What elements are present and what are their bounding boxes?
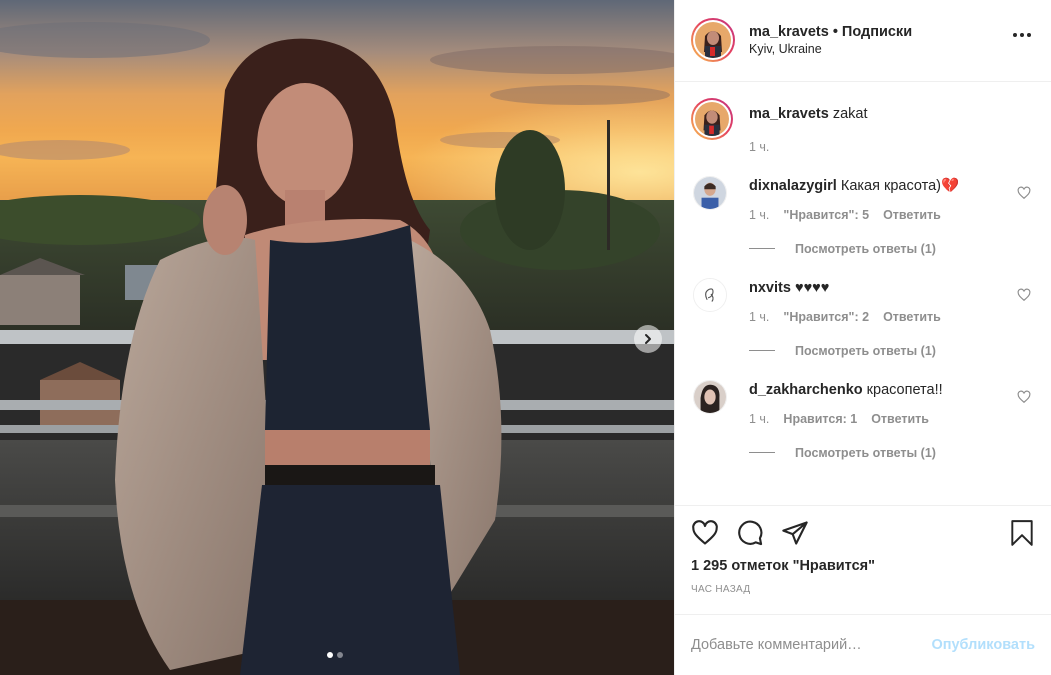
- comment-reply-button[interactable]: Ответить: [883, 310, 941, 324]
- carousel-dot: [337, 652, 343, 658]
- post-details-panel: ma_kravets • Подписки Kyiv, Ukraine ma_k…: [674, 0, 1051, 675]
- comment-likes[interactable]: "Нравится": 2: [783, 310, 869, 324]
- chevron-right-icon: [645, 334, 651, 344]
- comment-like-heart-icon[interactable]: [1017, 288, 1031, 302]
- comment-item: d_zakharchenko красопета!! 1 ч. Нравится…: [691, 379, 1035, 460]
- comment-text: красопета!!: [866, 381, 943, 398]
- post-caption: ma_kravets zakat 1 ч.: [691, 97, 1035, 154]
- comment-username[interactable]: nxvits: [749, 280, 791, 296]
- comment-time[interactable]: 1 ч.: [749, 208, 769, 222]
- bookmark-icon: [1011, 520, 1033, 547]
- comment-like-heart-icon[interactable]: [1017, 390, 1031, 404]
- comment-text: ♥♥♥♥: [794, 279, 830, 296]
- action-bar: [691, 506, 1035, 556]
- post-media[interactable]: [0, 0, 674, 675]
- save-button[interactable]: [1009, 519, 1037, 547]
- author-username[interactable]: ma_kravets: [749, 24, 829, 40]
- comment-like-heart-icon[interactable]: [1017, 186, 1031, 200]
- caption-time[interactable]: 1 ч.: [749, 140, 769, 154]
- view-replies-label: Посмотреть ответы (1): [795, 343, 936, 358]
- publish-button[interactable]: Опубликовать: [931, 637, 1035, 653]
- commenter-avatar-image: [694, 380, 726, 413]
- comment-input[interactable]: [691, 637, 911, 654]
- comment-item: nxvits ♥♥♥♥ 1 ч. "Нравится": 2 Ответить …: [691, 277, 1035, 358]
- view-replies-button[interactable]: Посмотреть ответы (1): [749, 242, 959, 256]
- caption-avatar[interactable]: [691, 97, 733, 140]
- author-avatar[interactable]: [691, 18, 735, 63]
- post-photo: [0, 0, 674, 675]
- more-options-icon[interactable]: [1013, 33, 1031, 37]
- instagram-post: ma_kravets • Подписки Kyiv, Ukraine ma_k…: [0, 0, 1051, 675]
- comment-username[interactable]: d_zakharchenko: [749, 382, 863, 398]
- view-replies-label: Посмотреть ответы (1): [795, 445, 936, 460]
- author-avatar-image: [695, 22, 731, 59]
- commenter-avatar[interactable]: [693, 175, 727, 210]
- author-info: ma_kravets • Подписки Kyiv, Ukraine: [749, 24, 912, 56]
- commenter-avatar-image: [694, 278, 726, 311]
- comment-button[interactable]: [736, 519, 766, 549]
- comment-reply-button[interactable]: Ответить: [883, 208, 941, 222]
- likes-count[interactable]: 1 295 отметок "Нравится": [691, 558, 1035, 574]
- comment-icon: [738, 520, 763, 546]
- comment-text: Какая красота)💔: [840, 177, 960, 194]
- view-replies-button[interactable]: Посмотреть ответы (1): [749, 344, 941, 358]
- commenter-avatar[interactable]: [693, 379, 727, 414]
- comment-reply-button[interactable]: Ответить: [871, 412, 929, 426]
- author-line: ma_kravets • Подписки: [749, 24, 912, 40]
- comment-item: dixnalazygirl Какая красота)💔 1 ч. "Нрав…: [691, 175, 1035, 256]
- comment-likes[interactable]: "Нравится": 5: [783, 208, 869, 222]
- carousel-indicator: [327, 652, 343, 658]
- carousel-dot-active: [327, 652, 333, 658]
- comment-username[interactable]: dixnalazygirl: [749, 178, 837, 194]
- caption-username[interactable]: ma_kravets: [749, 106, 829, 122]
- commenter-avatar[interactable]: [693, 277, 727, 312]
- view-replies-button[interactable]: Посмотреть ответы (1): [749, 446, 943, 460]
- carousel-next-button[interactable]: [634, 325, 662, 353]
- comments-list[interactable]: ma_kravets zakat 1 ч. dixnalazygirl Кака…: [675, 82, 1051, 505]
- comment-time[interactable]: 1 ч.: [749, 412, 769, 426]
- heart-icon: [692, 520, 718, 545]
- post-header: ma_kravets • Подписки Kyiv, Ukraine: [675, 0, 1051, 82]
- post-location[interactable]: Kyiv, Ukraine: [749, 42, 912, 56]
- post-actions-section: 1 295 отметок "Нравится" ЧАС НАЗАД: [675, 505, 1051, 614]
- commenter-avatar-image: [694, 176, 726, 209]
- caption-text: zakat: [832, 105, 868, 122]
- add-comment-section: Опубликовать: [675, 614, 1051, 675]
- follow-status-button[interactable]: Подписки: [842, 24, 912, 40]
- share-button[interactable]: [781, 519, 811, 549]
- post-timestamp[interactable]: ЧАС НАЗАД: [691, 584, 1035, 595]
- share-icon: [782, 521, 808, 545]
- view-replies-label: Посмотреть ответы (1): [795, 241, 936, 256]
- like-button[interactable]: [691, 519, 721, 549]
- separator-dot: •: [832, 24, 838, 41]
- caption-avatar-image: [695, 101, 729, 136]
- comment-likes[interactable]: Нравится: 1: [783, 412, 857, 426]
- comment-time[interactable]: 1 ч.: [749, 310, 769, 324]
